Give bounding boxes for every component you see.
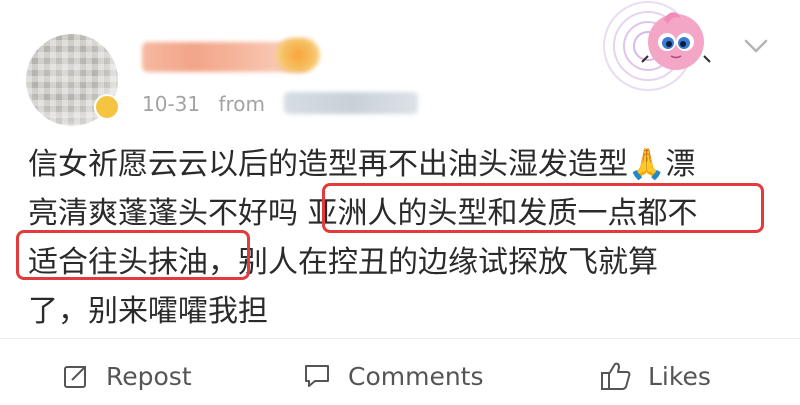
comment-icon <box>305 365 329 387</box>
repost-button[interactable]: Repost <box>62 356 192 396</box>
thumbs-up-icon <box>601 362 631 390</box>
likes-button[interactable]: Likes <box>600 356 711 396</box>
divider <box>0 338 800 339</box>
post-time: 10-31 <box>142 92 201 116</box>
post-from-label: from <box>218 92 266 116</box>
comments-button[interactable]: Comments <box>302 356 484 396</box>
chevron-down-icon[interactable] <box>742 36 770 56</box>
likes-label: Likes <box>648 361 711 391</box>
repost-label: Repost <box>106 361 192 391</box>
post-meta: 10-31 from <box>142 92 277 116</box>
verified-badge-icon <box>94 94 120 120</box>
comments-label: Comments <box>348 361 484 391</box>
post-source-blurred <box>284 92 418 114</box>
level-badge-icon <box>276 38 320 72</box>
content-line-1: 信女祈愿云云以后的造型再不出油头湿发造型🙏漂 <box>28 147 696 182</box>
highlight-box-1 <box>322 183 764 233</box>
repost-icon <box>64 366 86 388</box>
jigglypuff-mascot-icon <box>641 12 711 70</box>
content-line-4: 了，别来嚯嚯我担 <box>28 294 268 329</box>
highlight-box-2 <box>16 230 250 280</box>
